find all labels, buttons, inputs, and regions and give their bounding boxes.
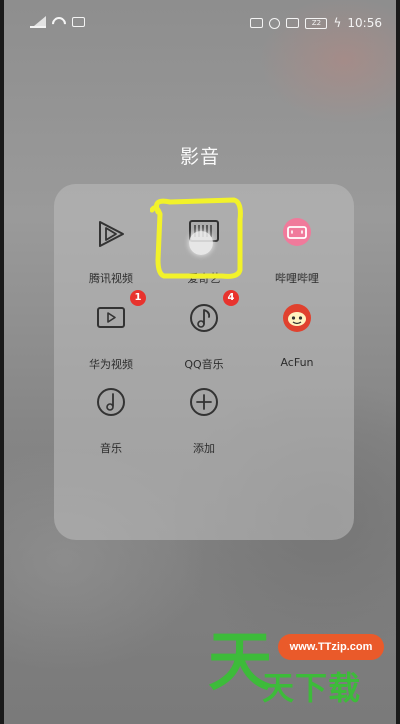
app-bilibili[interactable]: 哔哩哔哩 — [252, 214, 342, 294]
alarm-icon — [269, 17, 281, 29]
app-label: AcFun — [280, 356, 314, 369]
watermark-text: 天下载 — [262, 669, 362, 707]
bilibili-icon — [283, 218, 311, 246]
folder-title[interactable]: 影音 — [4, 142, 396, 169]
status-time: 10:56 — [347, 16, 382, 30]
music-icon — [97, 388, 125, 416]
touch-indicator — [189, 231, 213, 255]
qq-music-icon — [190, 304, 218, 332]
battery-icon: Z2 — [305, 17, 328, 29]
watermark-url: www.TTzip.com — [278, 634, 384, 660]
app-huawei-video[interactable]: 1 华为视频 — [66, 290, 156, 380]
app-label: 腾讯视频 — [89, 272, 133, 285]
app-label: 华为视频 — [89, 358, 133, 371]
vibrate-icon — [250, 18, 264, 28]
phone-screen: Z2 ϟ 10:56 影音 腾讯视频 爱奇艺 哔哩哔哩 1 华为视频 4 QQ音… — [4, 0, 396, 724]
app-label: 哔哩哔哩 — [275, 272, 319, 285]
app-label: 添加 — [193, 442, 215, 455]
acfun-icon — [283, 304, 311, 332]
huawei-video-icon — [97, 307, 125, 328]
wifi-icon — [52, 17, 66, 27]
app-tencent-video[interactable]: 腾讯视频 — [66, 214, 156, 294]
status-bar: Z2 ϟ 10:56 — [4, 0, 396, 48]
status-right: Z2 ϟ 10:56 — [250, 16, 382, 30]
tencent-video-icon — [99, 221, 124, 247]
app-acfun[interactable]: AcFun — [252, 300, 342, 380]
app-music[interactable]: 音乐 — [66, 384, 156, 464]
site-watermark: 天 www.TTzip.com 天下载 — [208, 628, 396, 718]
add-icon — [190, 388, 218, 416]
nfc-icon — [286, 18, 300, 28]
signal-icon — [30, 16, 46, 28]
notification-badge: 1 — [130, 290, 146, 306]
app-label: 音乐 — [100, 442, 122, 455]
app-label: QQ音乐 — [184, 358, 224, 371]
app-qq-music[interactable]: 4 QQ音乐 — [159, 290, 249, 380]
notification-badge: 4 — [223, 290, 239, 306]
add-app-button[interactable]: 添加 — [159, 384, 249, 464]
notification-icon — [72, 17, 85, 27]
status-left — [30, 16, 85, 28]
charging-icon: ϟ — [333, 16, 342, 30]
